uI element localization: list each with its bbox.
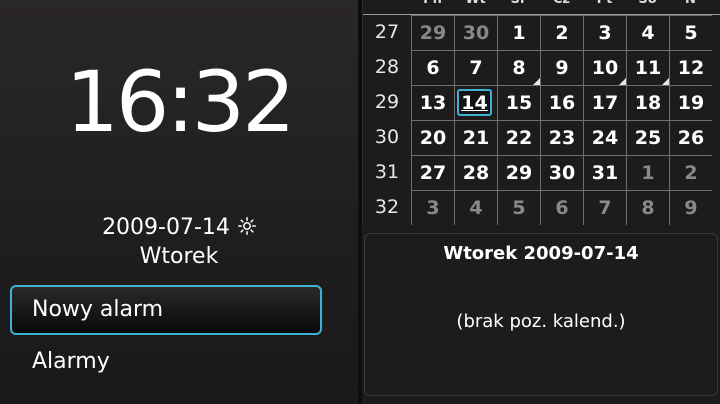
calendar-day[interactable]: 3 [411, 190, 454, 225]
calendar-day[interactable]: 29 [411, 15, 454, 50]
calendar-day[interactable]: 16 [540, 85, 583, 120]
day-header: So [626, 0, 669, 7]
calendar-day[interactable]: 5 [497, 190, 540, 225]
day-header: N [669, 0, 712, 7]
calendar-day[interactable]: 5 [669, 15, 712, 50]
week-number: 28 [374, 56, 400, 78]
calendar-day[interactable]: 12 [669, 50, 712, 85]
date-line: 2009-07-14 [0, 214, 358, 243]
calendar-day[interactable]: 27 [411, 155, 454, 190]
day-header: Wt [454, 0, 497, 7]
calendar-day[interactable]: 2 [669, 155, 712, 190]
calendar-day[interactable]: 17 [583, 85, 626, 120]
day-header: Pn [411, 0, 454, 7]
day-header: Pt [583, 0, 626, 7]
calendar-day[interactable]: 30 [540, 155, 583, 190]
month-calendar[interactable]: PnWtŚrCzPtSoN 27293012345286789101112291… [362, 0, 720, 226]
calendar-day[interactable]: 7 [454, 50, 497, 85]
calendar-day[interactable]: 22 [497, 120, 540, 155]
calendar-day[interactable]: 6 [411, 50, 454, 85]
day-header: Śr [497, 0, 540, 7]
clock-panel: 16:32 2009-07-14 Wtorek Nowy alarm Alarm… [0, 0, 358, 404]
new-alarm-button[interactable]: Nowy alarm [10, 285, 322, 335]
agenda-title: Wtorek 2009-07-14 [443, 243, 639, 264]
calendar-day[interactable]: 29 [497, 155, 540, 190]
week-number: 27 [374, 21, 400, 43]
clock-time[interactable]: 16:32 [0, 52, 358, 152]
agenda-empty-text: (brak poz. kalend.) [456, 311, 626, 332]
day-header: Cz [540, 0, 583, 7]
calendar-day[interactable]: 6 [540, 190, 583, 225]
calendar-day[interactable]: 23 [540, 120, 583, 155]
calendar-day[interactable]: 13 [411, 85, 454, 120]
calendar-day[interactable]: 21 [454, 120, 497, 155]
calendar-day[interactable]: 28 [454, 155, 497, 190]
today-marker: 14 [457, 89, 492, 116]
weekday-label: Wtorek [139, 244, 219, 269]
calendar-day[interactable]: 19 [669, 85, 712, 120]
calendar-day[interactable]: 8 [497, 50, 540, 85]
calendar-day[interactable]: 26 [669, 120, 712, 155]
calendar-day[interactable]: 2 [540, 15, 583, 50]
calendar-day[interactable]: 30 [454, 15, 497, 50]
calendar-day[interactable]: 9 [669, 190, 712, 225]
calendar-day[interactable]: 11 [626, 50, 669, 85]
sun-icon [237, 215, 256, 243]
calendar-day-headers: PnWtŚrCzPtSoN [363, 0, 720, 15]
calendar-day[interactable]: 3 [583, 15, 626, 50]
alarms-button[interactable]: Alarmy [10, 337, 322, 387]
week-number: 31 [374, 161, 400, 183]
calendar-day[interactable]: 9 [540, 50, 583, 85]
week-number: 32 [374, 196, 400, 218]
calendar-day[interactable]: 10 [583, 50, 626, 85]
week-number: 30 [374, 126, 400, 148]
calendar-day[interactable]: 4 [454, 190, 497, 225]
calendar-day[interactable]: 1 [626, 155, 669, 190]
week-number: 29 [374, 91, 400, 113]
calendar-day[interactable]: 8 [626, 190, 669, 225]
calendar-day[interactable]: 25 [626, 120, 669, 155]
calendar-day[interactable]: 7 [583, 190, 626, 225]
calendar-day[interactable]: 24 [583, 120, 626, 155]
calendar-day[interactable]: 20 [411, 120, 454, 155]
agenda-panel[interactable]: Wtorek 2009-07-14 (brak poz. kalend.) [364, 233, 718, 396]
calendar-day[interactable]: 18 [626, 85, 669, 120]
calendar-day[interactable]: 31 [583, 155, 626, 190]
calendar-day-today[interactable]: 14 [454, 85, 497, 120]
calendar-day[interactable]: 1 [497, 15, 540, 50]
date-text: 2009-07-14 [102, 215, 230, 240]
calendar-day[interactable]: 15 [497, 85, 540, 120]
calendar-day[interactable]: 4 [626, 15, 669, 50]
